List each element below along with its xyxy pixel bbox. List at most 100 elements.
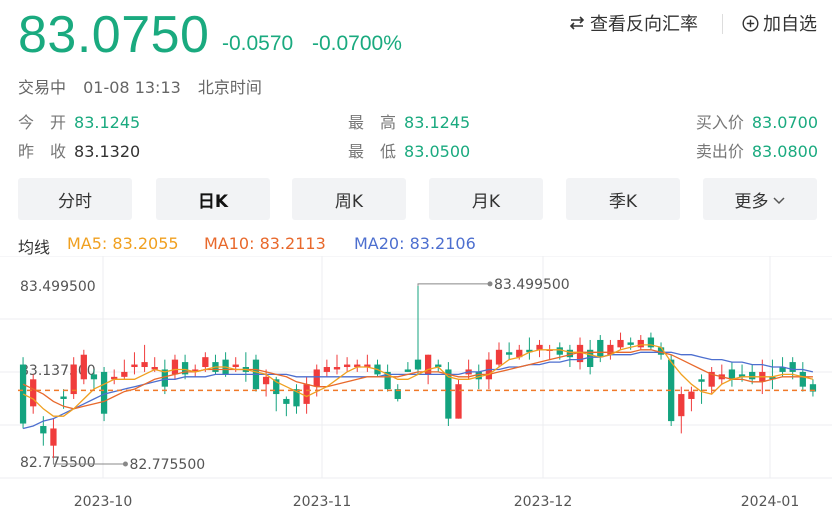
candle-body — [50, 428, 57, 446]
candle-body — [283, 398, 290, 404]
quote-high: 最 高 83.1245 — [348, 112, 470, 134]
reverse-rate-label: 查看反向汇率 — [590, 14, 698, 35]
add-watchlist-label: 加自选 — [763, 14, 817, 35]
candle-body — [131, 364, 138, 368]
max-marker-line — [417, 283, 490, 286]
quote-low: 最 低 83.0500 — [348, 141, 470, 163]
x-tick-label: 2023-11 — [293, 494, 352, 510]
quote-high-label: 最 高 — [348, 113, 397, 132]
candle-body — [556, 347, 563, 355]
candle-body — [688, 391, 695, 399]
candle-body — [343, 364, 351, 368]
candle-body — [698, 379, 705, 382]
candle-body — [597, 339, 604, 358]
candle-body — [90, 374, 98, 380]
candle-body — [475, 371, 482, 380]
swap-arrows-icon — [568, 14, 586, 32]
candle-body — [789, 362, 796, 372]
tab-label: 日K — [197, 191, 229, 212]
candle-body — [100, 371, 108, 414]
candle-body — [749, 371, 756, 380]
quote-open: 今 开 83.1245 — [18, 112, 140, 134]
candle-body — [566, 349, 574, 358]
tab-intraday[interactable]: 分时 — [18, 178, 132, 220]
max-price-label: 83.499500 — [494, 277, 570, 293]
quote-low-value: 83.0500 — [404, 142, 471, 161]
kline-chart[interactable]: 83.499500 83.137500 82.775500 83.499500 … — [0, 256, 832, 516]
candle-body — [232, 364, 239, 368]
candle-body — [19, 364, 27, 424]
quote-bid-value: 83.0700 — [751, 113, 818, 132]
ma10-legend: MA10: 83.2113 — [204, 234, 326, 253]
candle-body — [495, 349, 503, 365]
candle-body — [404, 369, 412, 372]
quote-low-label: 最 低 — [348, 142, 397, 161]
x-axis-labels: 2023-10 2023-11 2023-12 2024-01 — [74, 494, 800, 510]
candle-body — [80, 354, 87, 380]
status-timezone: 北京时间 — [197, 78, 262, 97]
ma5-legend: MA5: 83.2055 — [67, 234, 179, 253]
x-tick-label: 2024-01 — [741, 494, 800, 510]
tab-label: 分时 — [58, 191, 92, 212]
tab-label: 周K — [334, 191, 364, 212]
reverse-rate-button[interactable]: 查看反向汇率 — [568, 10, 698, 36]
candle-body — [637, 339, 644, 348]
candle-body — [262, 376, 270, 385]
quote-bid: 买入价 83.0700 — [696, 112, 818, 134]
quote-high-value: 83.1245 — [404, 113, 471, 132]
quote-prev-close-value: 83.1320 — [74, 142, 141, 161]
extreme-annotations: 83.499500 82.775500 — [52, 277, 570, 473]
tab-weekly[interactable]: 周K — [292, 178, 406, 220]
quote-prev-close: 昨 收 83.1320 — [18, 141, 140, 163]
candle-body — [506, 352, 513, 355]
plus-circle-icon — [742, 14, 759, 32]
candle-body — [141, 362, 148, 368]
candle-body — [617, 339, 624, 348]
ma20-legend: MA20: 83.2106 — [354, 234, 476, 253]
add-watchlist-button[interactable]: 加自选 — [742, 10, 817, 36]
candle-body — [678, 394, 685, 417]
candle-body — [323, 367, 330, 372]
chevron-down-icon — [772, 192, 786, 206]
price-change: -0.0570 — [222, 32, 294, 55]
tab-quarterly[interactable]: 季K — [566, 178, 680, 220]
y-tick-label: 82.775500 — [20, 455, 96, 471]
tab-label: 季K — [608, 191, 638, 212]
candle-body — [30, 379, 37, 407]
status-text: 交易中 — [18, 78, 67, 97]
candle-body — [333, 367, 341, 370]
quote-ask-value: 83.0800 — [751, 142, 818, 161]
x-tick-label: 2023-10 — [74, 494, 133, 510]
quote-bid-label: 买入价 — [695, 113, 744, 132]
quote-open-value: 83.1245 — [74, 113, 141, 132]
min-price-label: 82.775500 — [129, 457, 205, 473]
price-change-pct: -0.0700% — [312, 32, 402, 55]
tab-daily[interactable]: 日K — [156, 178, 270, 220]
candle-body — [121, 371, 128, 377]
last-price: 83.0750 — [18, 6, 210, 64]
candle-body — [202, 357, 209, 368]
ma-title: 均线 — [18, 238, 51, 257]
candle-body — [303, 384, 310, 404]
candle-body — [799, 371, 806, 387]
candle-body — [728, 369, 736, 380]
max-marker-dot — [487, 281, 493, 287]
tab-label: 月K — [471, 191, 501, 212]
candle-body — [313, 369, 320, 387]
min-marker-dot — [122, 461, 128, 467]
candle-body — [627, 342, 634, 345]
tab-more[interactable]: 更多 — [703, 178, 817, 220]
tab-label: 更多 — [734, 191, 769, 212]
quote-prev-close-label: 昨 收 — [18, 142, 67, 161]
candle-body — [60, 396, 67, 399]
candle-body — [40, 426, 47, 434]
quote-ask-label: 卖出价 — [695, 142, 744, 161]
candle-body — [414, 359, 422, 370]
quote-open-label: 今 开 — [18, 113, 67, 132]
quote-ask: 卖出价 83.0800 — [696, 141, 818, 163]
tab-monthly[interactable]: 月K — [429, 178, 543, 220]
divider — [722, 14, 723, 34]
candle-body — [171, 359, 179, 375]
candle-body — [455, 384, 462, 419]
y-tick-label: 83.499500 — [20, 279, 96, 295]
